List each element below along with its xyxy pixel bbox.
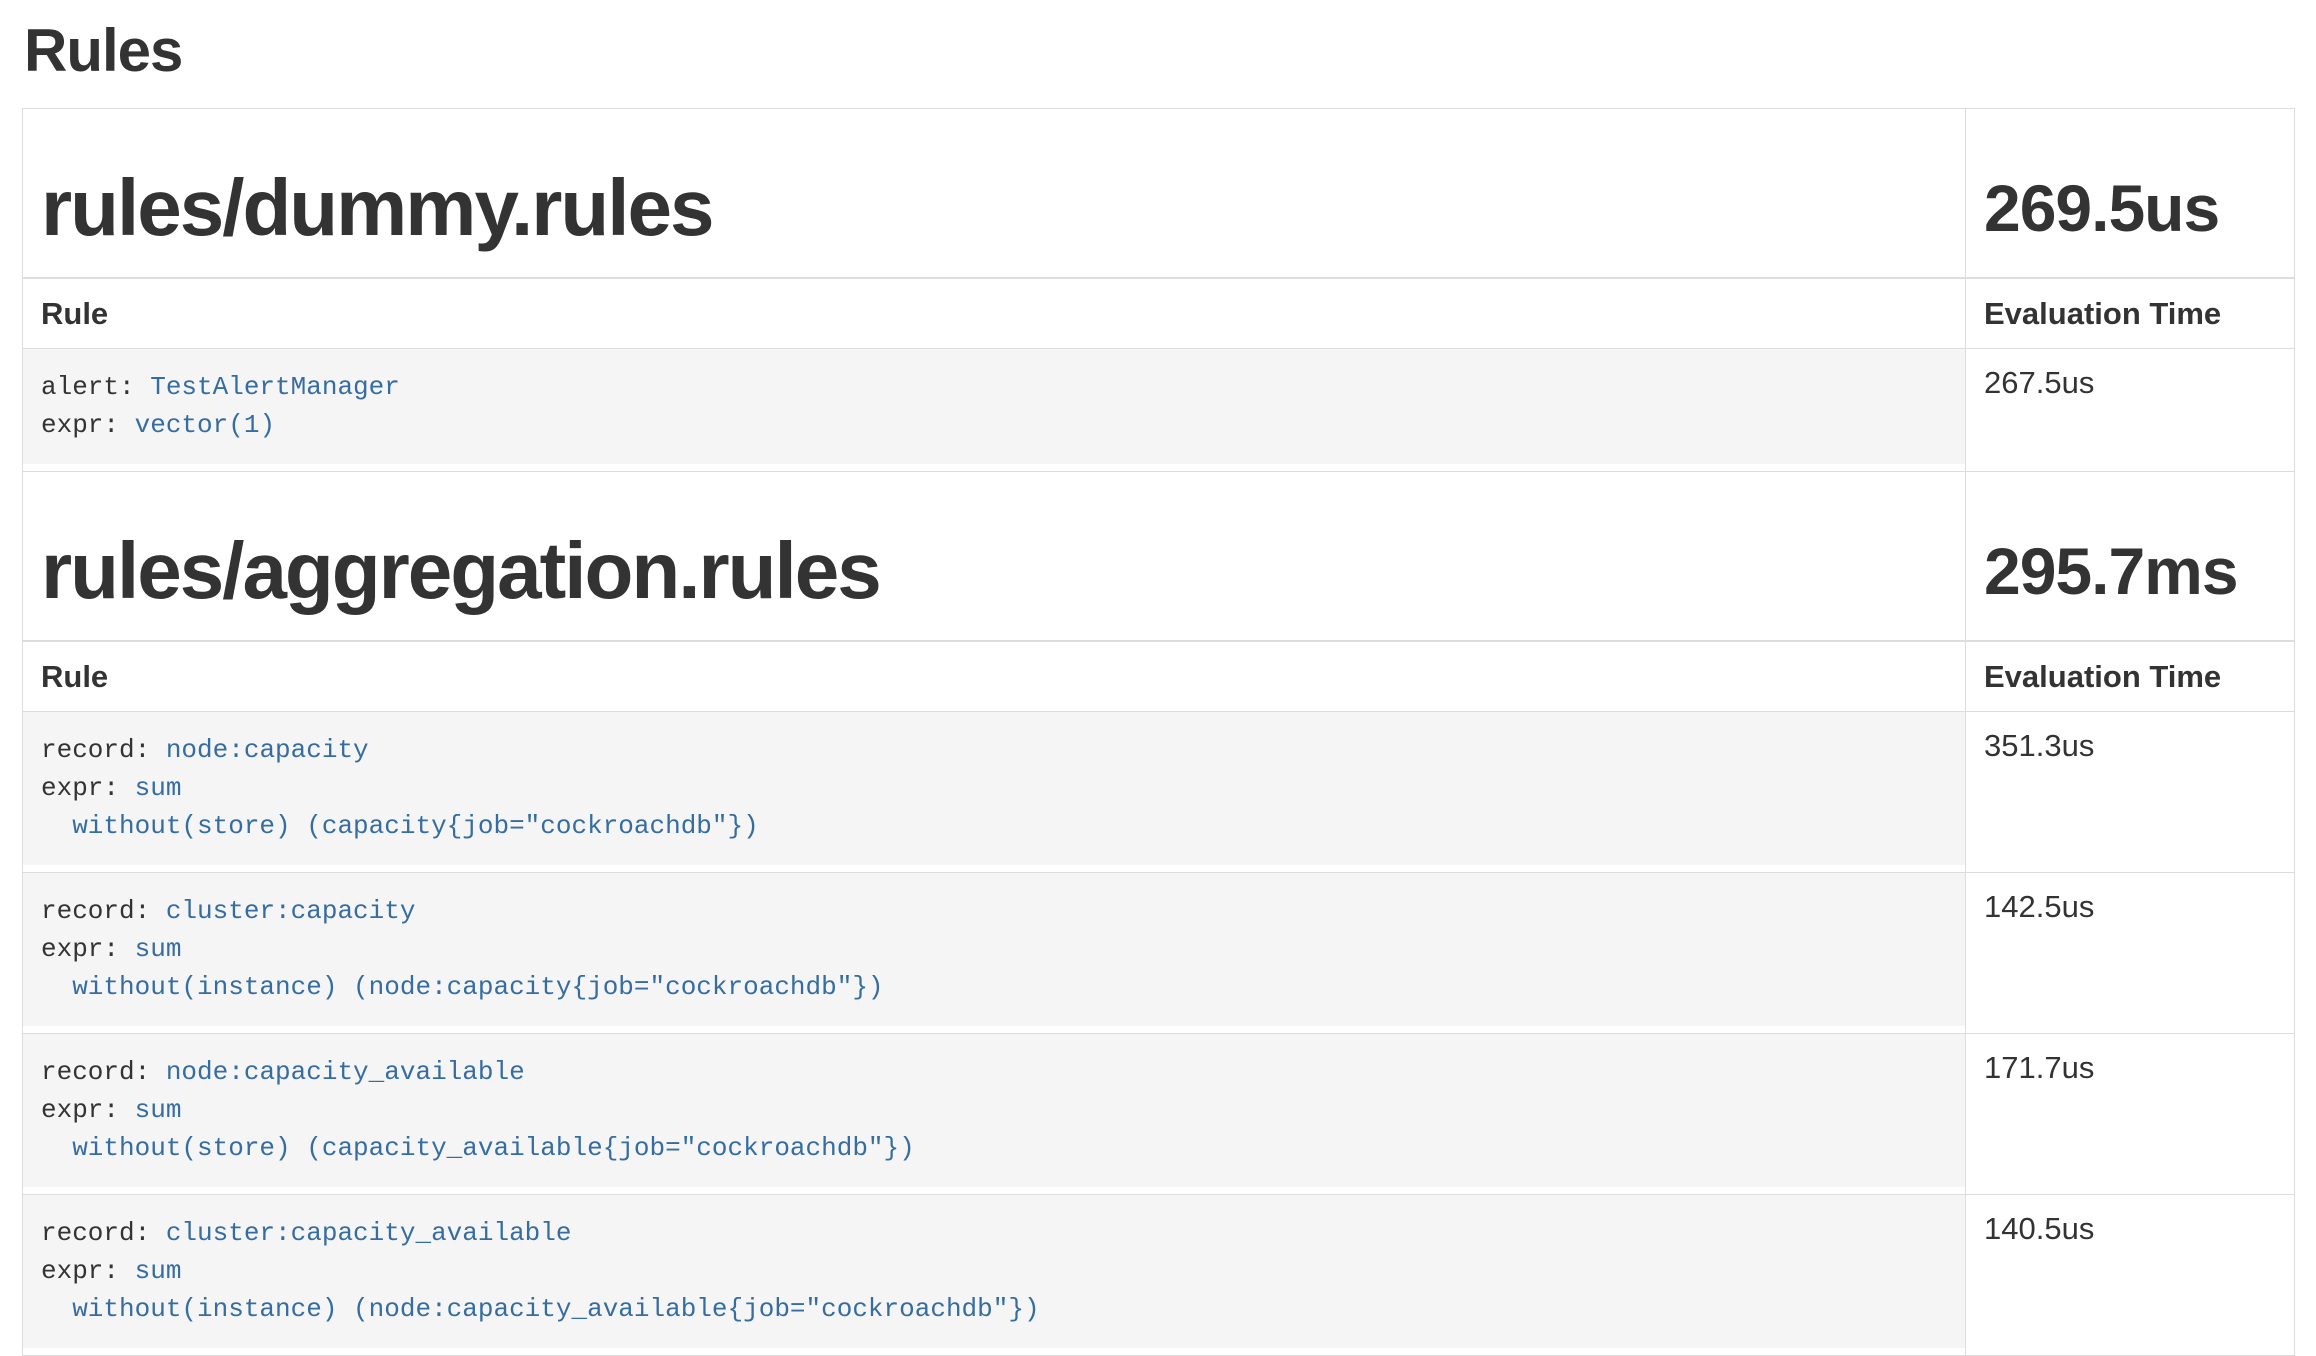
page-title: Rules [24,18,2292,84]
evaluation-time-value: 351.3us [1966,712,2295,873]
rule-cell: record: node:capacity_available expr: su… [23,1034,1966,1195]
code-link[interactable]: cluster:capacity [166,896,416,926]
rule-group-file-cell: rules/aggregation.rules [23,472,1966,642]
rule-code-block: record: cluster:capacity expr: sum witho… [23,873,1965,1026]
evaluation-time-value: 267.5us [1966,349,2295,472]
rule-code-block: record: node:capacity_available expr: su… [23,1034,1965,1187]
rule-group-heading-row: rules/aggregation.rules 295.7ms [23,472,2295,642]
code-keyword: alert: [41,372,150,402]
code-link[interactable]: sum [135,1256,182,1286]
rule-code-block: record: node:capacity expr: sum without(… [23,712,1965,865]
code-link[interactable]: node:capacity_available [166,1057,525,1087]
code-link[interactable]: cluster:capacity_available [166,1218,572,1248]
rules-page: Rules rules/dummy.rules 269.5us Rule Eva… [0,18,2316,1356]
code-link[interactable]: node:capacity [166,735,369,765]
rule-row: record: cluster:capacity expr: sum witho… [23,873,2295,1034]
rule-group-time-cell: 269.5us [1966,109,2295,279]
code-link[interactable]: TestAlertManager [150,372,400,402]
code-keyword: record: [41,1218,166,1248]
group-file-name: rules/aggregation.rules [41,528,1947,614]
rule-cell: record: node:capacity expr: sum without(… [23,712,1966,873]
code-link[interactable]: without(store) (capacity{job="cockroachd… [41,811,759,841]
code-keyword: expr: [41,773,135,803]
code-link[interactable]: without(store) (capacity_available{job="… [41,1133,915,1163]
evaluation-time-value: 140.5us [1966,1195,2295,1356]
group-evaluation-time: 269.5us [1984,165,2276,251]
columns-header-row: Rule Evaluation Time [23,278,2295,349]
columns-header-row: Rule Evaluation Time [23,641,2295,712]
code-keyword: expr: [41,934,135,964]
rule-row: record: node:capacity expr: sum without(… [23,712,2295,873]
code-keyword: expr: [41,410,135,440]
code-keyword: record: [41,896,166,926]
rule-group-time-cell: 295.7ms [1966,472,2295,642]
rule-group-file-cell: rules/dummy.rules [23,109,1966,279]
rule-row: alert: TestAlertManager expr: vector(1) … [23,349,2295,472]
rule-column-header: Rule [23,278,1966,349]
code-link[interactable]: sum [135,773,182,803]
evaluation-time-value: 142.5us [1966,873,2295,1034]
code-keyword: record: [41,735,166,765]
code-keyword: expr: [41,1256,135,1286]
rule-group-heading-row: rules/dummy.rules 269.5us [23,109,2295,279]
rules-table-body: rules/dummy.rules 269.5us Rule Evaluatio… [23,109,2295,1356]
code-link[interactable]: sum [135,1095,182,1125]
code-keyword: record: [41,1057,166,1087]
code-link[interactable]: without(instance) (node:capacity{job="co… [41,972,884,1002]
group-file-name: rules/dummy.rules [41,165,1947,251]
code-keyword: expr: [41,1095,135,1125]
evaluation-time-value: 171.7us [1966,1034,2295,1195]
rules-table: rules/dummy.rules 269.5us Rule Evaluatio… [22,108,2295,1356]
code-link[interactable]: without(instance) (node:capacity_availab… [41,1294,1040,1324]
rule-row: record: node:capacity_available expr: su… [23,1034,2295,1195]
rule-cell: record: cluster:capacity expr: sum witho… [23,873,1966,1034]
evaluation-time-column-header: Evaluation Time [1966,641,2295,712]
code-link[interactable]: vector(1) [135,410,275,440]
rule-code-block: alert: TestAlertManager expr: vector(1) [23,349,1965,464]
rule-code-block: record: cluster:capacity_available expr:… [23,1195,1965,1348]
code-link[interactable]: sum [135,934,182,964]
group-evaluation-time: 295.7ms [1984,528,2276,614]
rule-row: record: cluster:capacity_available expr:… [23,1195,2295,1356]
evaluation-time-column-header: Evaluation Time [1966,278,2295,349]
rule-cell: record: cluster:capacity_available expr:… [23,1195,1966,1356]
rule-cell: alert: TestAlertManager expr: vector(1) [23,349,1966,472]
rule-column-header: Rule [23,641,1966,712]
